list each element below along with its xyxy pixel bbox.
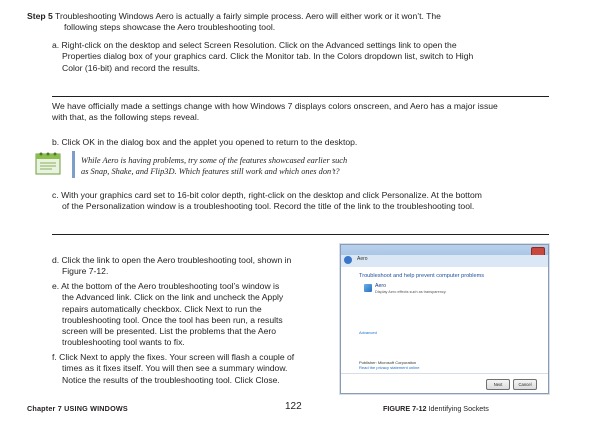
- item-e-line3: repairs automatically checkbox. Click Ne…: [62, 303, 262, 314]
- aero-icon: [364, 284, 372, 292]
- step-intro-line2: following steps showcase the Aero troubl…: [64, 22, 276, 33]
- note-line1: While Aero is having problems, try some …: [81, 156, 348, 165]
- advanced-link[interactable]: Advanced: [359, 330, 377, 335]
- item-c-line1: c. With your graphics card set to 16-bit…: [52, 190, 482, 200]
- item-d-line1: d. Click the link to open the Aero troub…: [52, 255, 292, 265]
- item-c-line2: of the Personalization window is a troub…: [62, 201, 475, 212]
- answer-line-a[interactable]: [52, 96, 549, 97]
- footer-chapter: Chapter 7 USING WINDOWS: [27, 404, 128, 413]
- note-rule: [72, 151, 75, 178]
- figure-screenshot: Aero Troubleshoot and help prevent compu…: [340, 244, 549, 394]
- figure-label: FIGURE 7-12: [383, 404, 427, 413]
- item-e-line4: troubleshooting tool. Once the tool has …: [62, 314, 283, 325]
- step-intro: Step 5 Troubleshooting Windows Aero is a…: [27, 11, 547, 34]
- item-e-line2: the Advanced link. Click on the link and…: [62, 292, 284, 303]
- item-d: d. Click the link to open the Aero troub…: [52, 255, 342, 278]
- item-a-line3: Color (16-bit) and record the results.: [62, 62, 201, 73]
- colors-paragraph-line2: with that, as the following steps reveal…: [52, 112, 200, 123]
- cancel-button[interactable]: Cancel: [513, 379, 537, 390]
- item-f-line3: Notice the results of the troubleshootin…: [62, 374, 280, 385]
- step-label: Step 5: [27, 11, 53, 21]
- figure-address-bar: [341, 255, 548, 267]
- item-e-line5: screen will be presented. List the probl…: [62, 326, 277, 337]
- item-f-line1: f. Click Next to apply the fixes. Your s…: [52, 352, 295, 362]
- figure-address-text: Aero: [357, 256, 368, 262]
- answer-line-c[interactable]: [52, 234, 549, 235]
- item-e: e. At the bottom of the Aero troubleshoo…: [52, 281, 342, 349]
- figure-separator: [341, 373, 548, 374]
- item-c: c. With your graphics card set to 16-bit…: [52, 190, 572, 213]
- privacy-link[interactable]: Read the privacy statement online: [359, 365, 419, 370]
- item-f: f. Click Next to apply the fixes. Your s…: [52, 352, 342, 386]
- figure-caption-text: Identifying Sockets: [428, 404, 489, 413]
- figure-heading: Troubleshoot and help prevent computer p…: [359, 273, 485, 279]
- figure-item-desc: Display Aero effects such as transparenc…: [375, 290, 447, 294]
- note-pad-icon: [33, 151, 65, 177]
- colors-paragraph: We have officially made a settings chang…: [52, 101, 572, 124]
- figure-item-title: Aero: [375, 283, 386, 289]
- item-a-line1: a. Right-click on the desktop and select…: [52, 40, 457, 50]
- item-f-line2: times as it fixes itself. You will then …: [62, 363, 288, 374]
- next-button[interactable]: Next: [486, 379, 510, 390]
- footer-page-number: 122: [285, 401, 302, 412]
- item-a: a. Right-click on the desktop and select…: [52, 40, 562, 74]
- figure-caption: FIGURE 7-12 Identifying Sockets: [383, 404, 489, 413]
- item-a-line2: Properties dialog box of your graphics c…: [62, 51, 474, 62]
- note-text: While Aero is having problems, try some …: [81, 155, 401, 177]
- colors-paragraph-line1: We have officially made a settings chang…: [52, 101, 498, 111]
- back-icon[interactable]: [344, 256, 352, 264]
- step-intro-line1: Troubleshooting Windows Aero is actually…: [55, 11, 441, 21]
- item-d-line2: Figure 7-12.: [62, 266, 109, 277]
- item-e-line1: e. At the bottom of the Aero troubleshoo…: [52, 281, 280, 291]
- note-line2: as Snap, Shake, and Flip3D. Which featur…: [81, 167, 340, 176]
- item-b: b. Click OK in the dialog box and the ap…: [52, 137, 358, 147]
- item-e-line6: troubleshooting tool wants to fix.: [62, 337, 185, 348]
